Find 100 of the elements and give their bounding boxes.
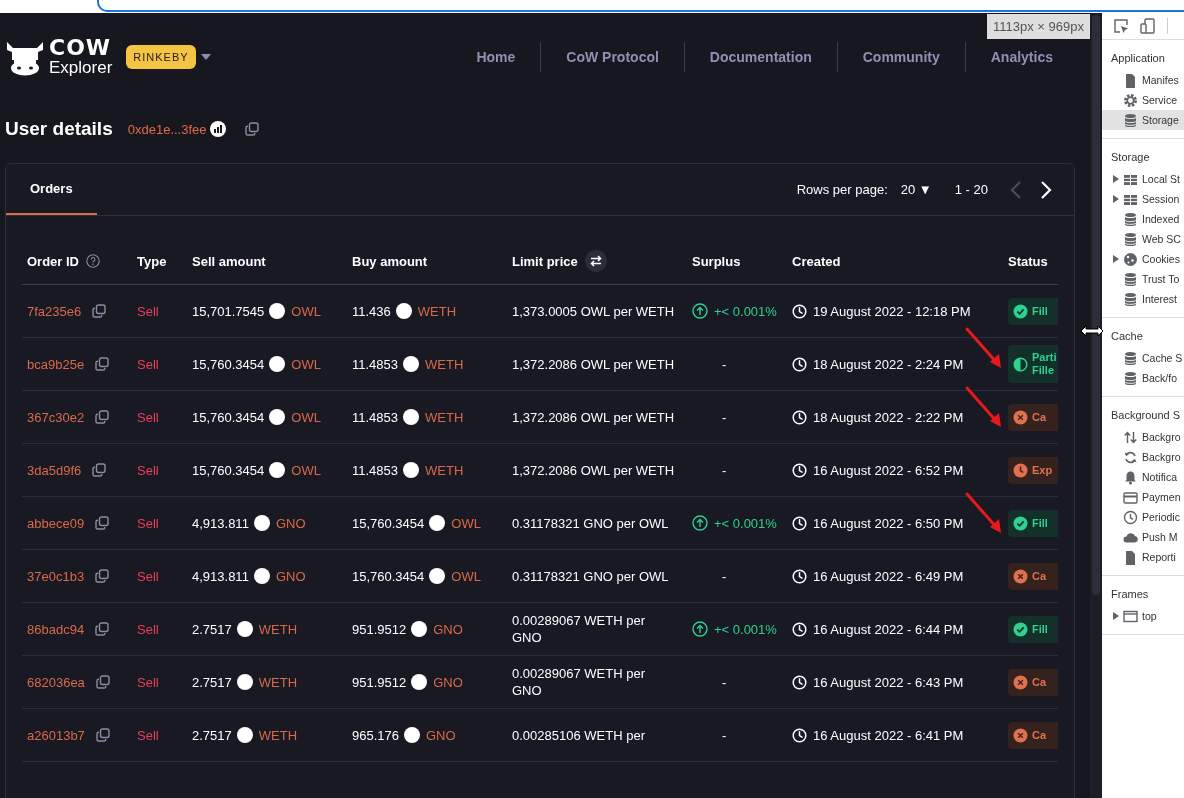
token-link[interactable]: OWL: [451, 515, 481, 531]
tree-item[interactable]: Notifica: [1102, 467, 1184, 487]
token-link[interactable]: OWL: [291, 303, 321, 319]
token-icon: [253, 568, 270, 584]
tree-item[interactable]: Backgro: [1102, 447, 1184, 467]
token-link[interactable]: GNO: [275, 515, 306, 531]
copy-icon[interactable]: [95, 728, 110, 742]
amount-text: 11.436: [352, 303, 391, 319]
order-id-link[interactable]: a26013b7: [27, 727, 85, 743]
copy-icon[interactable]: [92, 463, 107, 477]
copy-icon[interactable]: [95, 675, 110, 689]
copy-icon[interactable]: [95, 569, 110, 583]
tree-item[interactable]: Periodic: [1102, 507, 1184, 527]
order-id-link[interactable]: 367c30e2: [27, 409, 85, 425]
token-link[interactable]: GNO: [433, 674, 463, 690]
token-link[interactable]: OWL: [291, 409, 321, 425]
clock-icon: [792, 674, 807, 690]
tree-item[interactable]: Interest: [1102, 289, 1184, 309]
scrollbar[interactable]: [1090, 13, 1102, 798]
order-id-link[interactable]: 37e0c1b3: [27, 568, 85, 584]
token-link[interactable]: WETH: [258, 727, 298, 743]
token-link[interactable]: OWL: [291, 356, 321, 372]
expand-triangle-icon[interactable]: [1113, 175, 1119, 183]
tree-item[interactable]: Backgro: [1102, 427, 1184, 447]
clock-icon: [792, 621, 807, 637]
swap-icon[interactable]: [584, 250, 607, 272]
token-link[interactable]: WETH: [417, 303, 457, 319]
token-link[interactable]: WETH: [258, 621, 298, 637]
column-header[interactable]: Status: [1008, 253, 1048, 269]
database-icon: [1123, 112, 1138, 128]
tree-item[interactable]: Session: [1102, 189, 1184, 209]
chevron-right-icon[interactable]: [1040, 179, 1052, 200]
scrollbar-thumb[interactable]: [1092, 15, 1100, 595]
order-id-link[interactable]: 3da5d9f6: [27, 462, 82, 478]
token-icon: [269, 303, 286, 319]
logo-subtitle[interactable]: Explorer: [49, 57, 113, 77]
order-id-link[interactable]: bca9b25e: [27, 356, 85, 372]
status-label: Ca: [1032, 569, 1047, 583]
database-icon: [1123, 211, 1138, 227]
copy-icon[interactable]: [95, 516, 110, 530]
tree-item[interactable]: Reporti: [1102, 547, 1184, 567]
device-toggle-icon[interactable]: [1140, 18, 1156, 34]
tree-item[interactable]: Paymen: [1102, 487, 1184, 507]
token-link[interactable]: GNO: [275, 568, 306, 584]
column-header[interactable]: Limit price: [512, 253, 578, 269]
column-header[interactable]: Surplus: [692, 253, 741, 269]
inspect-icon[interactable]: [1113, 18, 1129, 34]
caret-down-icon[interactable]: [200, 54, 211, 60]
tree-item[interactable]: top: [1102, 606, 1184, 626]
chart-icon[interactable]: [209, 121, 226, 137]
tree-item[interactable]: Indexed: [1102, 209, 1184, 229]
token-link[interactable]: WETH: [425, 462, 464, 478]
column-header[interactable]: Created: [792, 253, 841, 269]
frame-icon: [1123, 608, 1138, 624]
expand-triangle-icon[interactable]: [1113, 255, 1119, 263]
token-link[interactable]: GNO: [426, 727, 456, 743]
tree-item[interactable]: Web SC: [1102, 229, 1184, 249]
copy-icon[interactable]: [95, 357, 110, 371]
column-header[interactable]: Sell amount: [192, 253, 266, 269]
tree-item[interactable]: Cache S: [1102, 348, 1184, 368]
tree-item[interactable]: Trust To: [1102, 269, 1184, 289]
column-header[interactable]: Order ID: [27, 253, 79, 269]
tree-item[interactable]: Cookies: [1102, 249, 1184, 269]
orders-tab[interactable]: Orders: [6, 164, 97, 215]
token-link[interactable]: GNO: [433, 621, 463, 637]
token-link[interactable]: WETH: [258, 674, 298, 690]
tree-item[interactable]: Push M: [1102, 527, 1184, 547]
nav-link[interactable]: Documentation: [684, 49, 837, 65]
token-link[interactable]: OWL: [291, 462, 321, 478]
nav-link[interactable]: Analytics: [965, 49, 1078, 65]
token-link[interactable]: OWL: [451, 568, 481, 584]
copy-icon[interactable]: [92, 304, 107, 318]
nav-link[interactable]: CoW Protocol: [541, 49, 684, 65]
nav-link[interactable]: Home: [451, 49, 541, 65]
order-id-link[interactable]: 7fa235e6: [27, 303, 82, 319]
network-badge[interactable]: RINKEBY: [126, 45, 196, 69]
rows-per-page-select[interactable]: 20 ▼: [900, 182, 932, 197]
tree-item[interactable]: Local St: [1102, 169, 1184, 189]
expand-triangle-icon[interactable]: [1113, 612, 1119, 620]
order-id-link[interactable]: 86badc94: [27, 621, 85, 637]
created-date: 16 August 2022 - 6:43 PM: [813, 674, 964, 690]
copy-icon[interactable]: [95, 410, 110, 424]
expand-triangle-icon[interactable]: [1113, 195, 1119, 203]
logo-wordmark[interactable]: COW: [49, 37, 113, 58]
copy-icon[interactable]: [244, 122, 259, 136]
order-id-link[interactable]: abbece09: [27, 515, 85, 531]
help-icon[interactable]: [86, 254, 100, 268]
copy-icon[interactable]: [95, 622, 110, 636]
address-link[interactable]: 0xde1e...3fee: [127, 121, 207, 137]
token-icon: [236, 621, 253, 637]
column-header[interactable]: Buy amount: [352, 253, 428, 269]
order-id-link[interactable]: 682036ea: [27, 674, 85, 690]
tree-item[interactable]: Service: [1102, 90, 1184, 110]
tree-item[interactable]: Manifes: [1102, 70, 1184, 90]
token-link[interactable]: WETH: [425, 356, 464, 372]
token-link[interactable]: WETH: [425, 409, 464, 425]
tree-item[interactable]: Back/fo: [1102, 368, 1184, 388]
tree-item[interactable]: Storage: [1102, 110, 1184, 130]
nav-link[interactable]: Community: [837, 49, 965, 65]
column-header[interactable]: Type: [137, 253, 167, 269]
